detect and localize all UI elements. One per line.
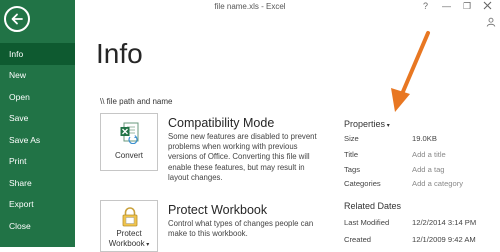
sidebar-item-print[interactable]: Print xyxy=(0,150,75,172)
minimize-button[interactable]: — xyxy=(442,1,451,11)
backstage-sidebar: Info New Open Save Save As Print Share E… xyxy=(0,0,75,247)
chevron-down-icon: ▾ xyxy=(385,123,390,129)
excel-convert-icon xyxy=(120,122,139,144)
protect-workbook-description: Control what types of changes people can… xyxy=(168,219,314,239)
annotation-arrow-icon xyxy=(391,31,430,112)
convert-button[interactable]: Convert xyxy=(100,113,158,171)
sidebar-item-close[interactable]: Close xyxy=(0,215,75,237)
file-path: \\ file path and name xyxy=(100,97,173,106)
prop-value-size: 19.0KB xyxy=(412,134,437,143)
sidebar-item-share[interactable]: Share xyxy=(0,172,75,194)
sidebar-item-open[interactable]: Open xyxy=(0,86,75,108)
lock-icon xyxy=(122,207,138,227)
user-icon xyxy=(486,17,496,27)
close-window-button[interactable] xyxy=(483,1,492,12)
close-icon xyxy=(483,1,492,10)
help-button[interactable]: ? xyxy=(423,1,428,11)
compatibility-mode-description: Some new features are disabled to preven… xyxy=(168,132,317,182)
chevron-down-icon: ▾ xyxy=(144,242,150,248)
related-dates-heading: Related Dates xyxy=(344,201,402,211)
date-value-last-modified: 12/2/2014 3:14 PM xyxy=(412,218,477,227)
properties-dropdown[interactable]: Properties ▾ xyxy=(344,119,390,129)
restore-button[interactable]: ❐ xyxy=(463,1,471,12)
date-value-created: 12/1/2009 9:42 AM xyxy=(412,235,476,244)
prop-label-tags: Tags xyxy=(344,165,361,174)
protect-workbook-button[interactable]: Protect Workbook ▾ xyxy=(100,200,158,252)
sidebar-item-save-as[interactable]: Save As xyxy=(0,129,75,151)
sidebar-item-new[interactable]: New xyxy=(0,64,75,86)
protect-button-label-line1: Protect xyxy=(116,229,142,238)
convert-button-label: Convert xyxy=(114,151,143,160)
properties-heading: Properties xyxy=(344,119,386,129)
account-indicator[interactable] xyxy=(486,17,496,29)
sidebar-item-export[interactable]: Export xyxy=(0,193,75,215)
prop-label-size: Size xyxy=(344,134,359,143)
protect-workbook-title: Protect Workbook xyxy=(168,203,268,217)
page-title: Info xyxy=(96,38,143,69)
compatibility-mode-title: Compatibility Mode xyxy=(168,116,275,130)
prop-label-categories: Categories xyxy=(344,179,381,188)
sidebar-item-save[interactable]: Save xyxy=(0,107,75,129)
prop-value-title[interactable]: Add a title xyxy=(412,150,446,159)
date-label-created: Created xyxy=(344,235,372,244)
prop-label-title: Title xyxy=(344,150,359,159)
date-label-last-modified: Last Modified xyxy=(344,218,390,227)
prop-value-tags[interactable]: Add a tag xyxy=(412,165,445,174)
prop-value-categories[interactable]: Add a category xyxy=(412,179,463,188)
sidebar-item-info[interactable]: Info xyxy=(0,43,75,65)
